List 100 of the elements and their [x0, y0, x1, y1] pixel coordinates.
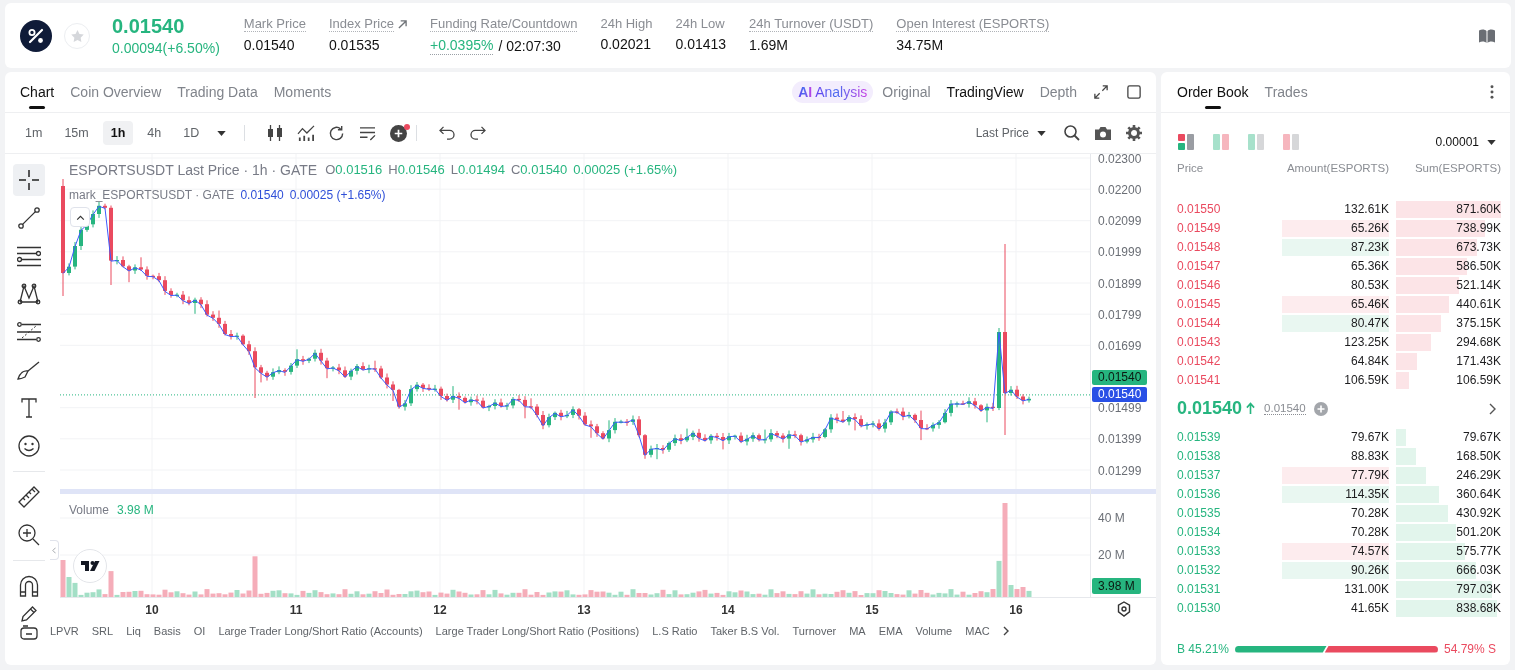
ruler-icon[interactable]	[18, 486, 40, 508]
timeframe-button[interactable]: 1D	[175, 121, 208, 145]
indicator-tab[interactable]: SRL	[91, 625, 114, 637]
view-tab[interactable]: TradingView	[946, 82, 1024, 102]
indicator-tab[interactable]: Large Trader Long/Short Ratio (Positions)	[435, 625, 640, 637]
order-amount: 80.53K	[1349, 276, 1389, 294]
mark-price-tag: 0.01540	[1092, 387, 1148, 403]
settings-icon[interactable]	[1117, 601, 1131, 617]
order-price: 0.01539	[1177, 428, 1222, 446]
time-axis-label: 15	[865, 603, 879, 617]
order-sum: 168.50K	[1456, 448, 1501, 463]
order-amount: 106.59K	[1343, 371, 1389, 389]
book-icon[interactable]	[1479, 28, 1495, 43]
depth-bar	[1396, 276, 1459, 294]
chart-logo-icon[interactable]	[73, 549, 107, 583]
redo-icon[interactable]	[469, 126, 486, 140]
frame-icon[interactable]	[20, 624, 38, 640]
magnet-icon[interactable]	[19, 575, 39, 597]
stat-label: 24h Turnover (USDT)	[749, 16, 874, 32]
indicator-tab[interactable]: Turnover	[792, 625, 837, 637]
settings-icon[interactable]	[1125, 125, 1142, 141]
timeframe-button[interactable]: 15m	[56, 121, 97, 145]
collapse-button[interactable]	[70, 207, 90, 227]
search-icon[interactable]	[1063, 125, 1080, 141]
timeframe-button[interactable]: 1m	[17, 121, 51, 145]
chart-tab[interactable]: Moments	[273, 72, 332, 112]
order-price: 0.01542	[1177, 352, 1222, 370]
order-book-tab[interactable]: Order Book	[1177, 72, 1249, 112]
time-axis-label: 14	[721, 603, 735, 617]
chevron-right-icon[interactable]	[1002, 626, 1009, 636]
order-sum: 666.03K	[1456, 562, 1501, 577]
chart-tab[interactable]: Coin Overview	[70, 72, 162, 112]
camera-icon[interactable]	[1094, 126, 1111, 140]
price-change: 0.00025 (+1.65%)	[573, 162, 678, 178]
view-tab[interactable]: Depth	[1039, 82, 1077, 102]
candles-icon[interactable]	[265, 125, 284, 141]
chevron-left-icon	[52, 546, 56, 554]
brush-icon[interactable]	[17, 360, 41, 380]
column-header: Amount(ESPORTS)	[1285, 161, 1389, 176]
volume-legend-title: Volume	[69, 503, 110, 517]
more-icon[interactable]	[1490, 85, 1494, 99]
side-toggle-button[interactable]	[50, 540, 59, 560]
indicator-tab[interactable]: MA	[849, 625, 866, 637]
add-circle-icon[interactable]	[390, 124, 408, 142]
zigzag-pattern-icon[interactable]	[17, 283, 41, 305]
zoom-in-icon[interactable]	[18, 524, 40, 546]
order-sum: 501.20K	[1456, 524, 1501, 539]
indicator-tab[interactable]: L.S Ratio	[652, 625, 698, 637]
precision-dropdown[interactable]: 0.00001	[1435, 135, 1496, 149]
analysis-button[interactable]: AI Analysis	[792, 81, 874, 103]
parallel-lines-icon[interactable]	[17, 245, 41, 267]
expand-icon[interactable]	[1094, 85, 1108, 99]
indicator-tab[interactable]: Large Trader Long/Short Ratio (Accounts)	[218, 625, 423, 637]
pencil-icon[interactable]	[21, 606, 37, 622]
levels-icon[interactable]	[17, 322, 41, 342]
line-tool-icon[interactable]	[18, 207, 40, 229]
funding-rate-value: +0.0395%	[430, 37, 494, 55]
countdown-value: / 02:07:30	[498, 37, 561, 55]
indicator-tab[interactable]: Basis	[153, 625, 181, 637]
ohlc-label: L	[450, 162, 458, 177]
indicator-tab[interactable]: Liq	[126, 625, 141, 637]
refresh-icon[interactable]	[328, 124, 346, 142]
crosshair-icon[interactable]	[13, 164, 45, 196]
full-book-layout-icon[interactable]	[1178, 134, 1194, 150]
timeframe-button[interactable]: 1h	[102, 121, 134, 145]
ohlc-value: 0.01494	[457, 162, 505, 177]
last-price: 0.01540	[1177, 398, 1243, 419]
indicator-tab[interactable]: Taker B.S Vol.	[710, 625, 780, 637]
ohlc-label: O	[325, 162, 336, 177]
order-book-tab[interactable]: Trades	[1264, 72, 1308, 112]
undo-icon[interactable]	[438, 126, 455, 140]
chevron-right-icon[interactable]	[1489, 402, 1496, 415]
arrow-up-right-icon[interactable]	[398, 19, 407, 29]
timeframe-button[interactable]: 4h	[139, 121, 170, 145]
view-tab[interactable]: Original	[882, 82, 931, 102]
indicator-tab[interactable]: Volume	[915, 625, 953, 637]
caret-down-icon[interactable]	[1487, 139, 1496, 145]
order-price: 0.01538	[1177, 447, 1222, 465]
order-amount: 114.35K	[1282, 485, 1389, 503]
window-icon[interactable]	[1127, 85, 1141, 99]
order-sum: 586.50K	[1456, 258, 1501, 273]
indicators-icon[interactable]	[296, 125, 315, 141]
list-edit-icon[interactable]	[359, 125, 377, 141]
indicator-tab[interactable]: LPVR	[50, 625, 79, 637]
sell-ratio: 54.79% S	[1443, 642, 1496, 656]
chart-tab[interactable]: Trading Data	[177, 72, 258, 112]
caret-down-icon[interactable]	[1037, 130, 1046, 136]
volume-axis-label: 40 M	[1098, 512, 1125, 524]
smiley-icon[interactable]	[18, 435, 40, 457]
indicator-tab[interactable]: EMA	[878, 625, 903, 637]
order-amount: 41.65K	[1349, 599, 1389, 617]
indicator-tab[interactable]: MAC	[965, 625, 990, 637]
indicator-tab[interactable]: OI	[193, 625, 206, 637]
order-amount: 65.46K	[1282, 295, 1389, 313]
text-tool-icon[interactable]	[21, 398, 37, 418]
caret-down-icon[interactable]	[217, 130, 227, 136]
price-source-dropdown[interactable]: Last Price	[975, 121, 1046, 145]
stat-value: 0.02021	[600, 36, 652, 53]
chart-tab[interactable]: Chart	[20, 72, 55, 112]
order-price: 0.01537	[1177, 466, 1222, 484]
